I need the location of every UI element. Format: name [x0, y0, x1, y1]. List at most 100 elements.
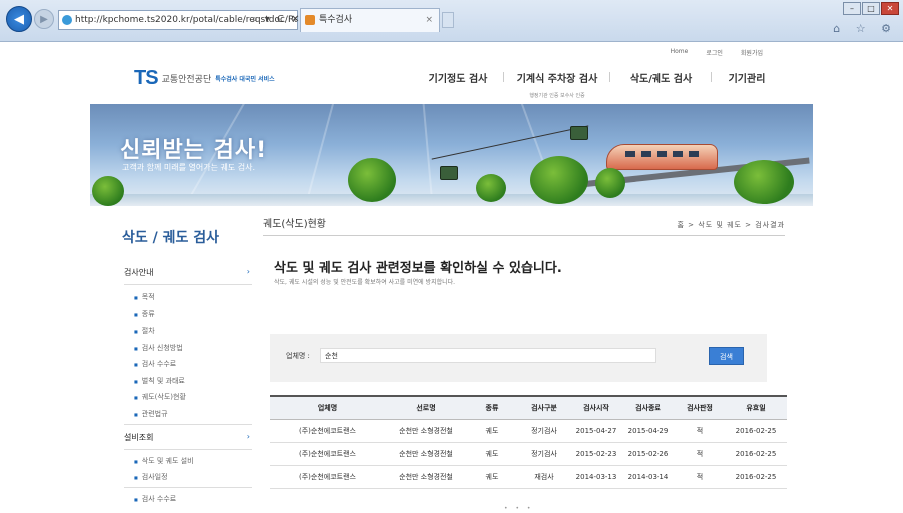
nav-menu-cable[interactable]: 삭도/궤도 검사: [610, 70, 712, 99]
page-title: 궤도(삭도)현황: [263, 219, 327, 230]
sidebar-item-purpose[interactable]: 목적: [134, 292, 155, 302]
login-link[interactable]: 로그인: [706, 48, 723, 57]
sidebar-item-laws[interactable]: 관련법규: [134, 409, 168, 419]
cell-company[interactable]: (주)순천에코트랜스: [270, 442, 385, 466]
cell-line: 순천만 소형경전철: [385, 442, 467, 466]
tree-icon: [476, 174, 506, 202]
browser-tab[interactable]: 특수검사 ×: [300, 8, 440, 32]
sidebar-item-fee[interactable]: 검사 수수료: [134, 359, 176, 369]
monorail-train-illustration: [606, 144, 718, 170]
sidebar-item-types[interactable]: 종류: [134, 309, 155, 319]
nav-menu-equipment[interactable]: 기기관리: [712, 70, 782, 99]
tree-icon: [92, 176, 124, 206]
col-line: 선로명: [385, 395, 467, 420]
chevron-right-icon: ›: [246, 432, 250, 441]
home-link[interactable]: Home: [671, 48, 689, 57]
content-header: 궤도(삭도)현황 홈 > 삭도 및 궤도 > 검사결과: [263, 212, 785, 236]
cell-type: 궤도: [467, 419, 517, 443]
tree-icon: [595, 168, 625, 198]
sidebar-category-guide[interactable]: 검사안내 ›: [124, 267, 252, 285]
tab-close-icon[interactable]: ×: [425, 9, 433, 31]
search-panel: 업체명 : 검색: [270, 334, 767, 382]
browser-toolbar-icons[interactable]: ⌂ ☆ ⚙: [833, 22, 897, 35]
utility-links: Home 로그인 회원가입: [671, 48, 763, 57]
close-window-button[interactable]: ✕: [881, 2, 899, 15]
nav-menu-instrument[interactable]: 기기정도 검사: [412, 70, 504, 99]
cell-valid-until: 2016-02-25: [725, 465, 787, 489]
back-button[interactable]: ◀: [6, 6, 32, 32]
intro-heading: 삭도 및 궤도 검사 관련정보를 확인하실 수 있습니다.: [274, 261, 562, 276]
tree-icon: [348, 158, 396, 202]
cell-line: 순천만 소형경전철: [385, 465, 467, 489]
cell-line: 순천만 소형경전철: [385, 419, 467, 443]
col-end: 검사종료: [621, 395, 675, 420]
cell-valid-until: 2016-02-25: [725, 419, 787, 443]
tab-favicon-icon: [305, 15, 315, 25]
col-type: 종류: [467, 395, 517, 420]
cell-end: 2015-02-26: [621, 442, 675, 466]
cell-result: 적: [675, 465, 725, 489]
cell-inspection-kind: 정기검사: [517, 419, 571, 443]
new-tab-button[interactable]: [442, 12, 454, 28]
table-row[interactable]: (주)순천에코트랜스 순천만 소형경전철 궤도 재검사 2014-03-13 2…: [270, 465, 787, 489]
banner-headline: 신뢰받는 검사!: [120, 138, 268, 163]
sidebar-item-penalty[interactable]: 벌칙 및 과태료: [134, 376, 185, 386]
cell-end: 2015-04-29: [621, 419, 675, 443]
breadcrumb[interactable]: 홈 > 삭도 및 궤도 > 검사결과: [678, 220, 785, 230]
table-header-row: 업체명 선로명 종류 검사구분 검사시작 검사종료 검사판정 유효일: [270, 395, 787, 420]
banner-subtitle: 고객과 함께 미래를 열어가는 궤도 검사.: [122, 163, 256, 172]
cell-inspection-kind: 정기검사: [517, 442, 571, 466]
main-nav: 기기정도 검사 기계식 주차장 검사 행정기관 인증 보수사 인증 삭도/궤도 …: [412, 70, 782, 99]
site-favicon-icon: [62, 15, 72, 25]
sidebar-item-procedure[interactable]: 절차: [134, 326, 155, 336]
cell-type: 궤도: [467, 442, 517, 466]
sidebar-item-facility-list[interactable]: 삭도 및 궤도 설비: [134, 456, 194, 466]
sidebar-item-schedule[interactable]: 검사일정: [134, 472, 168, 482]
cell-company[interactable]: (주)순천에코트랜스: [270, 465, 385, 489]
forward-button[interactable]: ▶: [34, 9, 54, 29]
cell-start: 2015-02-23: [571, 442, 621, 466]
search-label: 업체명 :: [286, 352, 310, 360]
sidebar-item-fee-2[interactable]: 검사 수수료: [134, 494, 176, 504]
results-table: 업체명 선로명 종류 검사구분 검사시작 검사종료 검사판정 유효일 (주)순천…: [270, 395, 787, 489]
cell-result: 적: [675, 442, 725, 466]
maximize-button[interactable]: □: [862, 2, 880, 15]
signup-link[interactable]: 회원가입: [741, 48, 763, 57]
chevron-right-icon: ›: [246, 267, 250, 276]
sidebar-item-apply[interactable]: 검사 신청방법: [134, 343, 183, 353]
logo-mark: TS: [134, 67, 159, 89]
tab-title: 특수검사: [319, 15, 353, 25]
tree-icon: [734, 160, 794, 204]
logo-service: 특수검사 대국민 서비스: [215, 76, 275, 83]
window-controls: – □ ✕: [843, 2, 899, 15]
cell-valid-until: 2016-02-25: [725, 442, 787, 466]
hero-banner: 신뢰받는 검사! 고객과 함께 미래를 열어가는 궤도 검사.: [90, 104, 813, 206]
cell-result: 적: [675, 419, 725, 443]
intro-description: 삭도, 궤도 시설의 성능 및 안전도를 확보하여 사고를 미연에 방지합니다.: [274, 279, 456, 286]
gondola-icon: [570, 126, 588, 140]
col-result: 검사판정: [675, 395, 725, 420]
sidebar-category-facilities[interactable]: 설비조회 ›: [124, 432, 252, 450]
nav-menu-parking[interactable]: 기계식 주차장 검사 행정기관 인증 보수사 인증: [504, 70, 610, 99]
tree-icon: [530, 156, 588, 204]
sidebar-item-status[interactable]: 궤도(삭도)현황: [134, 392, 186, 402]
address-controls[interactable]: ⌕ ▾ C ✕: [252, 10, 302, 30]
col-company: 업체명: [270, 395, 385, 420]
nav-submenu[interactable]: 행정기관 인증 보수사 인증: [504, 92, 610, 99]
cell-company[interactable]: (주)순천에코트랜스: [270, 419, 385, 443]
col-start: 검사시작: [571, 395, 621, 420]
site-logo[interactable]: TS 교통안전공단 특수검사 대국민 서비스: [134, 67, 275, 90]
company-search-input[interactable]: [320, 348, 656, 363]
cell-start: 2015-04-27: [571, 419, 621, 443]
table-row[interactable]: (주)순천에코트랜스 순천만 소형경전철 궤도 정기검사 2015-04-27 …: [270, 419, 787, 443]
cell-inspection-kind: 재검사: [517, 465, 571, 489]
col-valid-until: 유효일: [725, 395, 787, 420]
pagination[interactable]: • • •: [504, 505, 533, 512]
cell-end: 2014-03-14: [621, 465, 675, 489]
minimize-button[interactable]: –: [843, 2, 861, 15]
table-row[interactable]: (주)순천에코트랜스 순천만 소형경전철 궤도 정기검사 2015-02-23 …: [270, 442, 787, 466]
search-button[interactable]: 검색: [709, 347, 744, 365]
logo-org: 교통안전공단: [161, 75, 212, 85]
browser-toolbar: ◀ ▶ http://kpchome.ts2020.kr/potal/cable…: [0, 0, 903, 42]
cell-type: 궤도: [467, 465, 517, 489]
